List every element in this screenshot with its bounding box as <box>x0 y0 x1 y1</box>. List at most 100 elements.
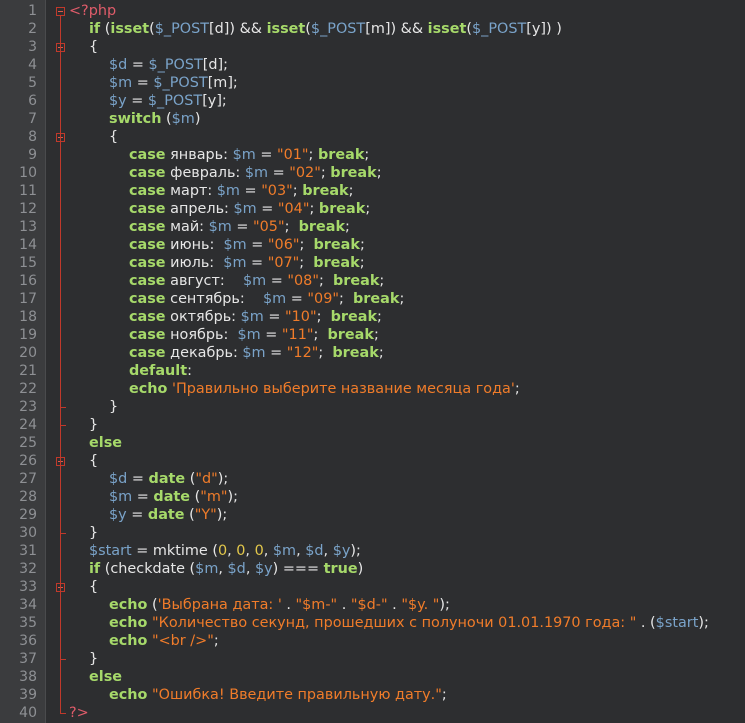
code-line[interactable]: case май: $m = "05"; break; <box>0 218 745 236</box>
code-line[interactable]: echo "<br />"; <box>0 632 745 650</box>
code-line[interactable]: } <box>0 398 745 416</box>
code-text-token: = <box>239 183 262 199</box>
code-text-token: = <box>256 201 278 217</box>
code-text-token: = <box>265 345 287 361</box>
code-line[interactable]: echo "Ошибка! Введите правильную дату."; <box>0 686 745 704</box>
code-line[interactable]: } <box>0 650 745 668</box>
code-line[interactable]: } <box>0 524 745 542</box>
code-line[interactable]: else <box>0 434 745 452</box>
code-text-token: ); <box>350 543 361 559</box>
variable-token: $d <box>305 543 324 559</box>
keyword-token: isset <box>110 21 150 37</box>
variable-token: $_POST <box>471 21 527 37</box>
code-line[interactable]: { <box>0 452 745 470</box>
code-line[interactable]: echo ('Выбрана дата: ' . "$m-" . "$d-" .… <box>0 596 745 614</box>
keyword-token: break <box>317 147 365 163</box>
variable-token: $m <box>233 201 257 217</box>
keyword-token: if <box>89 561 101 577</box>
code-text-token: ; <box>284 219 299 235</box>
keyword-token: case <box>129 237 166 253</box>
keyword-token: break <box>332 273 380 289</box>
code-line[interactable]: { <box>0 578 745 596</box>
string-token: "03" <box>261 183 293 199</box>
code-text-token: [m]; <box>207 75 238 91</box>
variable-token: $start <box>89 543 132 559</box>
code-text-token: [m]) && <box>365 21 428 37</box>
code-line[interactable]: case октябрь: $m = "10"; break; <box>0 308 745 326</box>
keyword-token: break <box>332 345 379 361</box>
code-line[interactable]: case январь: $m = "01"; break; <box>0 146 745 164</box>
variable-token: $m <box>242 345 266 361</box>
variable-token: $_POST <box>153 75 208 91</box>
code-line[interactable]: case сентябрь: $m = "09"; break; <box>0 290 745 308</box>
code-line[interactable]: $d = $_POST[d]; <box>0 56 745 74</box>
code-text-token: } <box>109 399 119 415</box>
variable-token: $m <box>223 255 247 271</box>
code-line[interactable]: case апрель: $m = "04"; break; <box>0 200 745 218</box>
code-line[interactable]: <?php <box>0 2 745 20</box>
code-text-token: ; <box>345 219 350 235</box>
code-text-token: , <box>245 561 255 577</box>
keyword-token: echo <box>109 687 148 703</box>
code-text-token: октябрь: <box>165 309 241 325</box>
code-line[interactable]: $y = $_POST[y]; <box>0 92 745 110</box>
code-text-token: ; <box>318 273 333 289</box>
code-line[interactable]: $m = $_POST[m]; <box>0 74 745 92</box>
code-line[interactable]: $d = date ("d"); <box>0 470 745 488</box>
keyword-token: case <box>129 147 166 163</box>
code-line[interactable]: if (isset($_POST[d]) && isset($_POST[m])… <box>0 20 745 38</box>
variable-token: $m <box>232 147 256 163</box>
code-line[interactable]: } <box>0 416 745 434</box>
variable-token: $d <box>227 561 246 577</box>
string-token: "02" <box>289 165 321 181</box>
code-text-token: [y]; <box>202 93 227 109</box>
code-line[interactable]: case июль: $m = "07"; break; <box>0 254 745 272</box>
string-token: "<br />" <box>152 633 214 649</box>
code-text-token: , <box>323 543 333 559</box>
string-token: "Ошибка! Введите правильную дату." <box>152 687 442 703</box>
code-line[interactable]: { <box>0 128 745 146</box>
code-text-token: ; <box>299 255 314 271</box>
code-line[interactable]: $start = mktime (0, 0, 0, $m, $d, $y); <box>0 542 745 560</box>
code-line[interactable]: switch ($m) <box>0 110 745 128</box>
variable-token: $m <box>223 237 247 253</box>
keyword-token: switch <box>109 111 162 127</box>
code-text-token: ( <box>184 507 195 523</box>
code-editor[interactable]: 1 2 3 4 5 6 7 8 9 10 11 12 13 14 15 16 17 18 19 20 21 22 23 24 2… <box>0 0 745 723</box>
code-line[interactable]: { <box>0 38 745 56</box>
variable-token: $m <box>109 75 133 91</box>
code-text-token: ; <box>348 183 354 199</box>
code-text-token: = <box>268 165 290 181</box>
variable-token: $_POST <box>154 21 210 37</box>
variable-token: $y <box>109 507 127 523</box>
code-line[interactable]: else <box>0 668 745 686</box>
code-text-token: ; <box>365 201 371 217</box>
variable-token: $m <box>195 561 219 577</box>
code-line[interactable]: case март: $m = "03"; break; <box>0 182 745 200</box>
code-text-token: ); <box>216 507 228 523</box>
code-text-token: март: <box>165 183 217 199</box>
code-text-token: { <box>109 129 119 145</box>
code-text-token: ; <box>377 309 382 325</box>
code-line[interactable]: case декабрь: $m = "12"; break; <box>0 344 745 362</box>
keyword-token: case <box>129 201 166 217</box>
code-text-token: = <box>132 75 154 91</box>
code-line[interactable]: if (checkdate ($m, $d, $y) === true) <box>0 560 745 578</box>
code-text-token: = <box>126 93 148 109</box>
keyword-token: true <box>323 561 358 577</box>
code-text-token: : <box>187 363 192 379</box>
keyword-token: echo <box>109 615 148 631</box>
code-line[interactable]: $y = date ("Y"); <box>0 506 745 524</box>
code-line[interactable]: echo "Количество секунд, прошедших с пол… <box>0 614 745 632</box>
code-line[interactable]: case июнь: $m = "06"; break; <box>0 236 745 254</box>
number-token: 0 <box>217 543 228 559</box>
code-line[interactable]: ?> <box>0 704 745 722</box>
code-line[interactable]: case февраль: $m = "02"; break; <box>0 164 745 182</box>
code-line[interactable]: case август: $m = "08"; break; <box>0 272 745 290</box>
code-line[interactable]: case ноябрь: $m = "11"; break; <box>0 326 745 344</box>
code-line[interactable]: echo 'Правильно выберите название месяца… <box>0 380 745 398</box>
code-text-token: [y]) ) <box>526 21 562 37</box>
code-line[interactable]: default: <box>0 362 745 380</box>
code-text-token: ( <box>190 489 201 505</box>
code-line[interactable]: $m = date ("m"); <box>0 488 745 506</box>
